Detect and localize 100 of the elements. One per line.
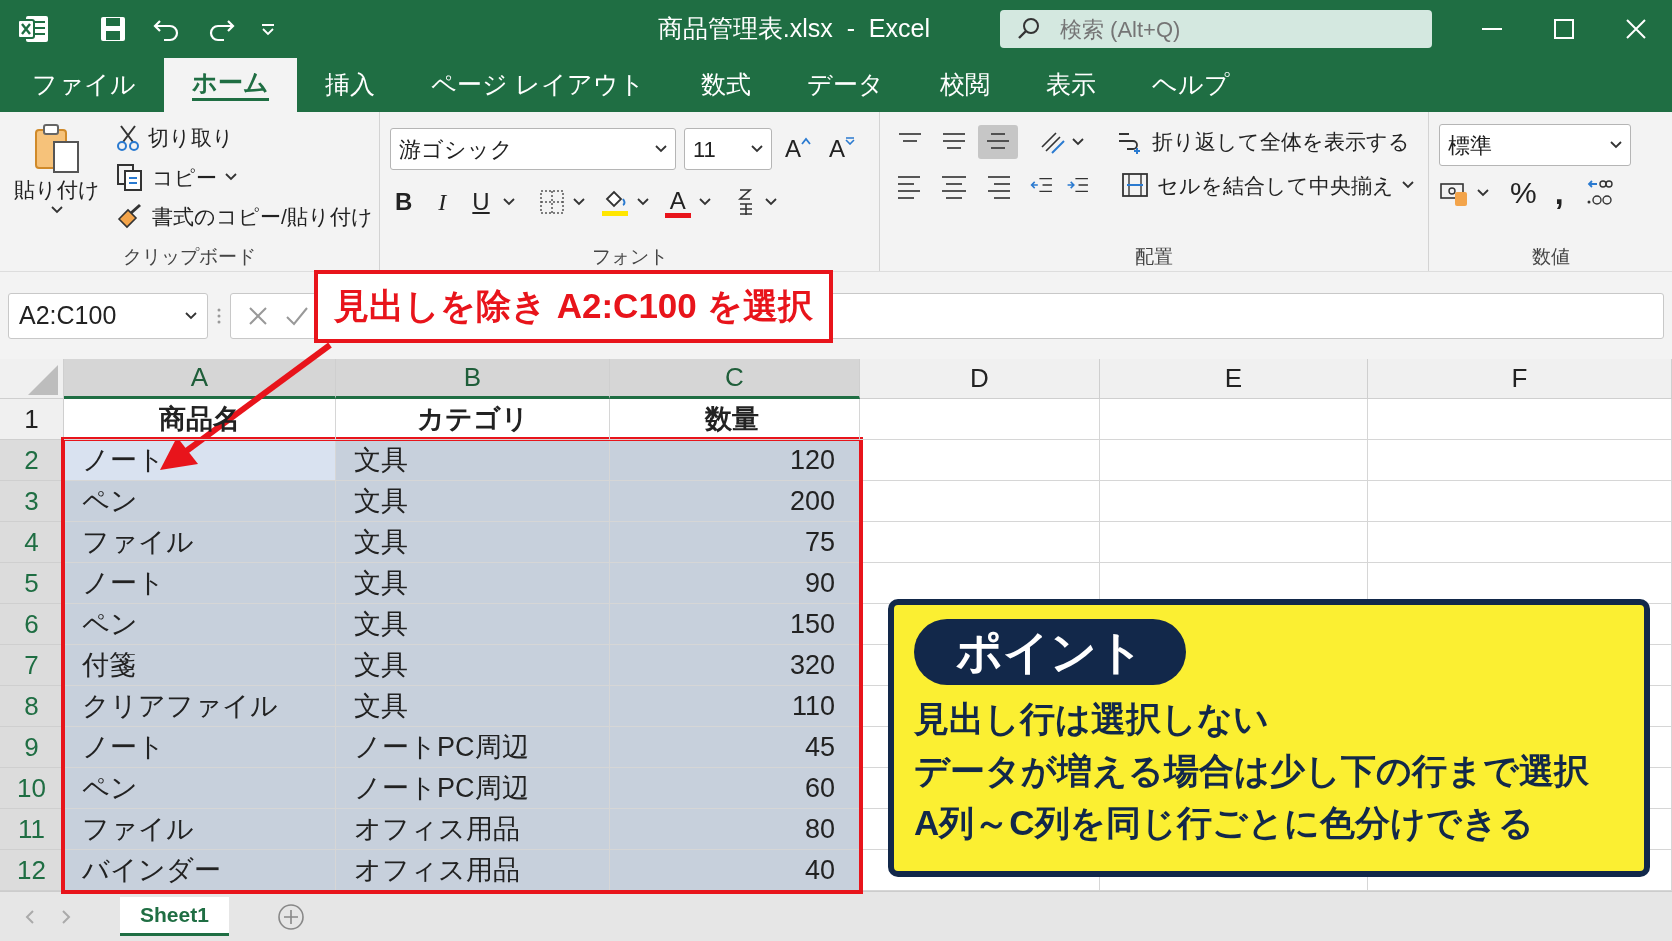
- italic-button[interactable]: I: [433, 187, 452, 217]
- cut-button[interactable]: 切り取り: [112, 120, 377, 156]
- table-cell: 付箋: [64, 645, 336, 686]
- font-size-dropdown[interactable]: 11: [684, 128, 772, 170]
- tip-text: データが増える場合は少し下の行まで選択: [914, 750, 1590, 792]
- shrink-font-button[interactable]: A: [824, 134, 861, 164]
- table-cell: 150: [610, 604, 860, 645]
- row-header[interactable]: 5: [0, 563, 64, 604]
- copy-button[interactable]: コピー: [112, 159, 377, 195]
- ribbon-tab[interactable]: 表示: [1017, 58, 1124, 112]
- table-cell: ノート: [64, 563, 336, 604]
- comma-style-button[interactable]: ,: [1549, 174, 1569, 212]
- ribbon-tab[interactable]: 挿入: [297, 58, 403, 112]
- table-cell: 90: [610, 563, 860, 604]
- row-header[interactable]: 11: [0, 809, 64, 850]
- close-icon[interactable]: [1624, 17, 1648, 41]
- column-header[interactable]: E: [1100, 359, 1368, 399]
- table-cell: 文具: [336, 522, 610, 563]
- ribbon-tab[interactable]: ページ レイアウト: [403, 58, 673, 112]
- name-box[interactable]: A2:C100: [8, 292, 208, 339]
- caret-icon: [1402, 181, 1414, 190]
- ribbon-tab[interactable]: ホーム: [164, 58, 297, 112]
- save-icon[interactable]: [98, 14, 128, 44]
- caret-icon: [1072, 137, 1084, 146]
- paintbrush-icon: [116, 202, 144, 231]
- table-cell: ファイル: [64, 809, 336, 850]
- cancel-icon[interactable]: [247, 304, 269, 327]
- font-name-dropdown[interactable]: 游ゴシック: [390, 128, 676, 170]
- row-header[interactable]: 9: [0, 727, 64, 768]
- table-cell: ノート: [64, 727, 336, 768]
- format-painter-button[interactable]: 書式のコピー/貼り付け: [112, 199, 377, 235]
- ribbon-tab[interactable]: ファイル: [4, 58, 164, 112]
- row-header[interactable]: 7: [0, 645, 64, 686]
- table-cell: 320: [610, 645, 860, 686]
- row-header[interactable]: 8: [0, 686, 64, 727]
- caret-icon: [1477, 189, 1489, 197]
- caret-icon: [185, 311, 197, 320]
- bold-button[interactable]: B: [390, 187, 418, 217]
- column-heading-cell: カテゴリ: [336, 399, 610, 440]
- number-format-dropdown[interactable]: 標準: [1439, 124, 1631, 166]
- row-header[interactable]: 6: [0, 604, 64, 645]
- row-header[interactable]: 3: [0, 481, 64, 522]
- table-cell: 45: [610, 727, 860, 768]
- percent-button[interactable]: %: [1505, 175, 1542, 211]
- row-header[interactable]: 2: [0, 440, 64, 481]
- table-cell: 40: [610, 850, 860, 891]
- tip-title: ポイント: [914, 619, 1186, 685]
- caret-icon: [1610, 141, 1622, 149]
- table-cell: オフィス用品: [336, 809, 610, 850]
- table-cell: クリアファイル: [64, 686, 336, 727]
- table-cell: オフィス用品: [336, 850, 610, 891]
- column-header[interactable]: A: [64, 359, 336, 399]
- table-cell: 75: [610, 522, 860, 563]
- merge-center-button[interactable]: セルを結合して中央揃え: [1117, 167, 1418, 203]
- merge-cells-icon: [1121, 171, 1149, 200]
- caret-icon: [225, 173, 237, 182]
- column-header[interactable]: B: [336, 359, 610, 399]
- row-header[interactable]: 12: [0, 850, 64, 891]
- table-cell: ペン: [64, 604, 336, 645]
- ribbon-tab[interactable]: データ: [778, 58, 912, 112]
- spreadsheet-logo-icon: [16, 13, 50, 45]
- table-cell: 80: [610, 809, 860, 850]
- ribbon-tab[interactable]: 数式: [672, 58, 779, 112]
- row-header[interactable]: 4: [0, 522, 64, 563]
- underline-button[interactable]: U: [467, 187, 495, 217]
- column-header[interactable]: F: [1368, 359, 1672, 399]
- table-cell: 文具: [336, 440, 610, 481]
- caret-icon: [572, 198, 585, 206]
- table-cell: 文具: [336, 686, 610, 727]
- wrap-text-button[interactable]: 折り返して全体を表示する: [1112, 124, 1414, 160]
- maximize-icon[interactable]: [1552, 17, 1576, 41]
- sheet-tab[interactable]: Sheet1: [120, 897, 229, 936]
- copy-icon: [116, 163, 144, 192]
- row-header[interactable]: 10: [0, 768, 64, 809]
- group-label: 配置: [1134, 245, 1174, 269]
- group-label: フォント: [590, 245, 669, 269]
- group-label: 数値: [1530, 245, 1571, 269]
- caret-icon: [502, 198, 515, 206]
- column-header[interactable]: C: [610, 359, 860, 399]
- table-cell: 200: [610, 481, 860, 522]
- search-field[interactable]: 検索 (Alt+Q): [1000, 10, 1432, 48]
- column-header[interactable]: D: [860, 359, 1100, 399]
- down-caret-icon: [845, 137, 856, 145]
- ribbon-tab[interactable]: 校閲: [911, 58, 1018, 112]
- window-title: 商品管理表.xlsx - Excel: [657, 13, 930, 45]
- table-cell: 文具: [336, 645, 610, 686]
- search-input[interactable]: 検索 (Alt+Q): [1058, 11, 1398, 47]
- row-header[interactable]: 1: [0, 399, 64, 440]
- add-sheet-icon[interactable]: [276, 902, 305, 931]
- table-cell: ファイル: [64, 522, 336, 563]
- caret-icon: [636, 198, 649, 206]
- table-cell: 110: [610, 686, 860, 727]
- grow-font-button[interactable]: A: [780, 134, 816, 164]
- paste-button[interactable]: 貼り付け: [10, 120, 104, 243]
- font-color-button[interactable]: A: [664, 186, 691, 218]
- borders-icon[interactable]: [538, 189, 565, 215]
- clipboard-icon: [32, 122, 82, 174]
- ribbon-tab[interactable]: ヘルプ: [1123, 58, 1258, 112]
- table-cell: バインダー: [64, 850, 336, 891]
- customize-caret-icon[interactable]: [260, 22, 276, 36]
